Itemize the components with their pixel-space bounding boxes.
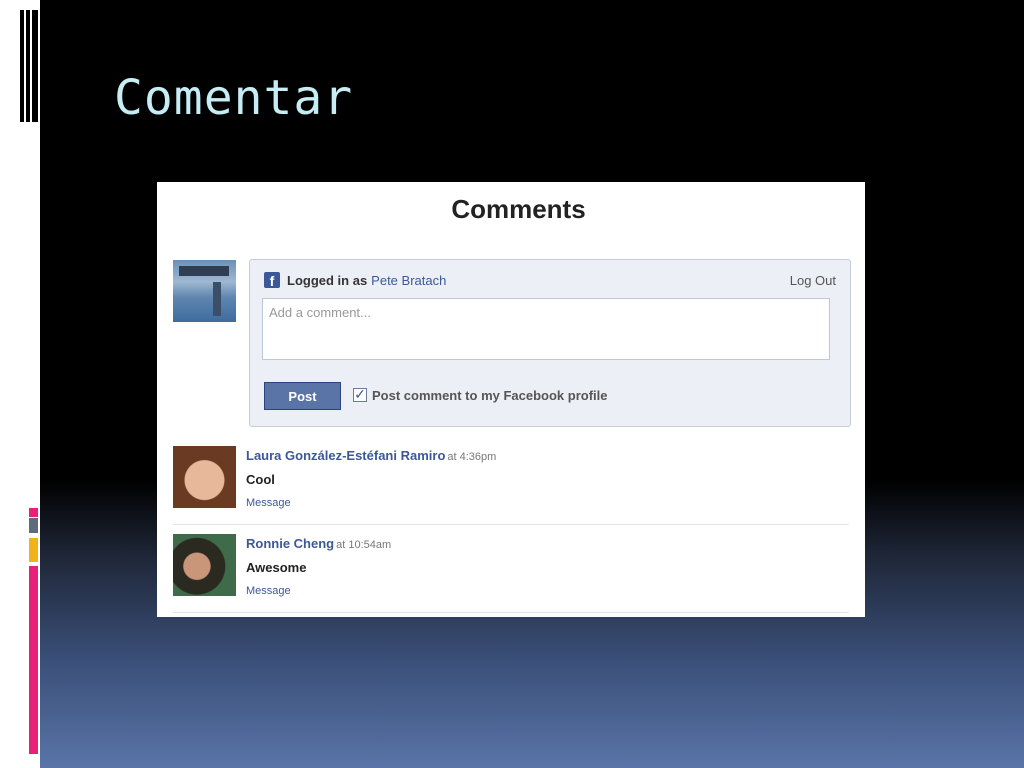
- accent-bar-pink-top: [29, 508, 38, 517]
- comment-author-link[interactable]: Ronnie Cheng: [246, 536, 334, 551]
- slide-title: Comentar: [114, 70, 354, 126]
- comment-timestamp: at 4:36pm: [447, 451, 497, 463]
- logged-in-status: Logged in as Pete Bratach: [287, 273, 446, 288]
- comment-text: Awesome: [246, 560, 307, 575]
- comments-heading: Comments: [451, 194, 586, 224]
- logout-link[interactable]: Log Out: [790, 273, 836, 288]
- accent-bar-gray: [29, 518, 38, 533]
- commenter-avatar[interactable]: [173, 446, 236, 508]
- post-to-profile-label: Post comment to my Facebook profile: [372, 388, 608, 403]
- comment-timestamp: at 10:54am: [336, 539, 392, 551]
- logged-in-user-link[interactable]: Pete Bratach: [371, 273, 446, 288]
- facebook-logo-icon: f: [264, 272, 280, 289]
- comment-author-line: Laura González-Estéfani Ramiro at 4:36pm: [246, 448, 496, 463]
- comment-text: Cool: [246, 472, 275, 487]
- comments-widget: Comments f Logged in as Pete Bratach Log …: [157, 182, 865, 617]
- message-link[interactable]: Message: [246, 497, 291, 509]
- comment-author-link[interactable]: Laura González-Estéfani Ramiro: [246, 448, 445, 463]
- comment-author-line: Ronnie Cheng at 10:54am: [246, 536, 391, 551]
- accent-bar-pink-long: [29, 566, 38, 754]
- comment-input[interactable]: [262, 298, 830, 360]
- comment-compose-box: f Logged in asPete Bratach Log Out Post …: [249, 259, 851, 427]
- logged-in-label: Logged in as: [287, 273, 368, 288]
- comment-item: Ronnie Cheng at 10:54am Awesome Message: [173, 532, 849, 613]
- message-link[interactable]: Message: [246, 585, 291, 597]
- post-to-profile-checkbox[interactable]: ✓: [353, 387, 367, 402]
- accent-bar-yellow: [29, 538, 38, 562]
- comment-item: Laura González-Estéfani Ramiro at 4:36pm …: [173, 444, 849, 525]
- current-user-avatar: [173, 260, 236, 322]
- post-button[interactable]: Post: [264, 382, 341, 410]
- commenter-avatar[interactable]: [173, 534, 236, 596]
